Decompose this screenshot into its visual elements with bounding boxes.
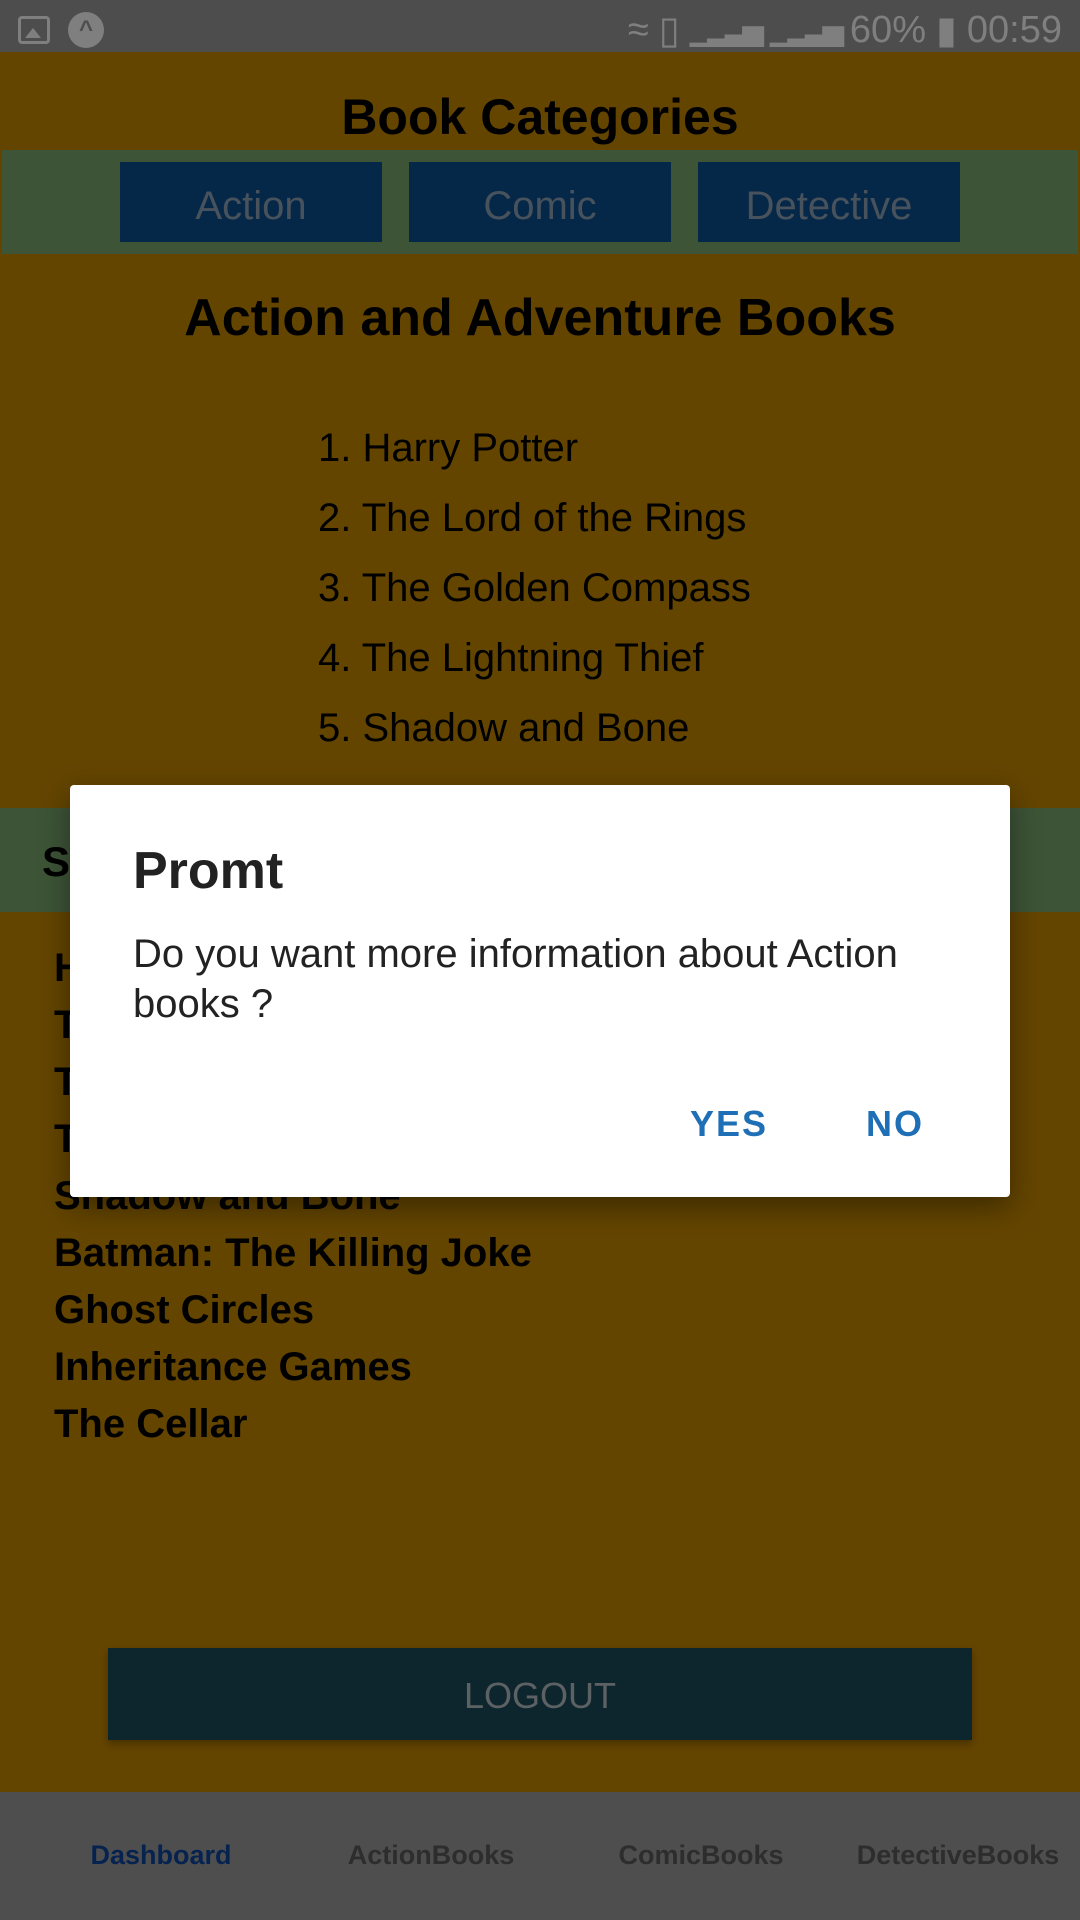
prompt-dialog: Promt Do you want more information about… [70,785,1010,1197]
dialog-title: Promt [133,842,284,900]
dialog-message: Do you want more information about Actio… [133,932,898,1026]
no-button[interactable]: NO [866,1103,924,1145]
yes-button[interactable]: YES [690,1103,768,1145]
